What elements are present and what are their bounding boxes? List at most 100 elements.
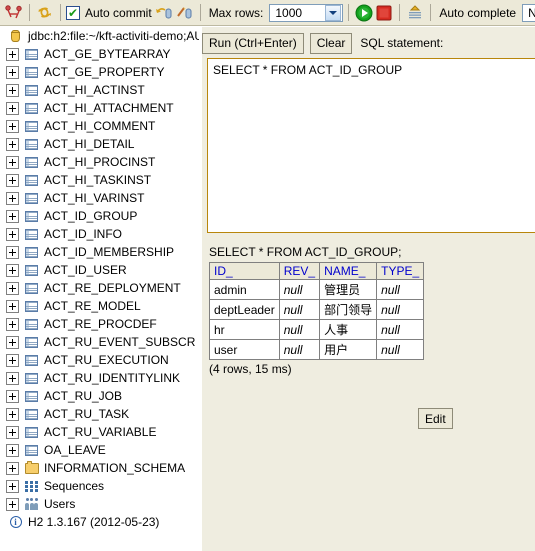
tree-item-table[interactable]: ACT_RE_MODEL xyxy=(0,297,199,315)
sql-editor[interactable] xyxy=(207,58,535,233)
expander-icon[interactable] xyxy=(6,227,19,241)
table-cell[interactable]: null xyxy=(376,319,425,340)
expander-icon[interactable] xyxy=(6,335,19,349)
run-button[interactable]: Run (Ctrl+Enter) xyxy=(202,32,304,54)
run-icon[interactable] xyxy=(354,3,374,23)
table-cell[interactable]: null xyxy=(376,299,425,320)
disconnect-icon[interactable] xyxy=(4,3,24,23)
tree-item-table[interactable]: ACT_RU_EVENT_SUBSCR xyxy=(0,333,199,351)
table-cell[interactable]: null xyxy=(278,319,321,340)
expander-icon[interactable] xyxy=(6,191,19,205)
object-tree-panel[interactable]: jdbc:h2:file:~/kft-activiti-demo;AU ACT_… xyxy=(0,27,199,551)
table-cell[interactable]: null xyxy=(278,339,321,360)
tree-item-table[interactable]: ACT_RE_PROCDEF xyxy=(0,315,199,333)
refresh-icon[interactable] xyxy=(35,3,55,23)
table-cell[interactable]: null xyxy=(278,279,321,300)
tree-item-table[interactable]: ACT_RE_DEPLOYMENT xyxy=(0,279,199,297)
expander-icon[interactable] xyxy=(6,461,19,475)
table-icon xyxy=(24,246,39,259)
column-header[interactable]: NAME_ xyxy=(319,262,378,280)
expander-icon[interactable] xyxy=(6,425,19,439)
expander-icon[interactable] xyxy=(6,209,19,223)
sql-workspace-panel: Run (Ctrl+Enter) Clear SQL statement: SE… xyxy=(202,27,535,551)
table-cell[interactable]: null xyxy=(278,299,321,320)
expander-icon[interactable] xyxy=(6,389,19,403)
tree-item-table[interactable]: ACT_ID_INFO xyxy=(0,225,199,243)
tree-item-table[interactable]: ACT_ID_GROUP xyxy=(0,207,199,225)
expander-icon[interactable] xyxy=(6,83,19,97)
expander-icon[interactable] xyxy=(6,281,19,295)
clear-button[interactable]: Clear xyxy=(309,32,353,54)
column-header[interactable]: ID_ xyxy=(209,262,280,280)
table-cell[interactable]: user xyxy=(209,339,280,360)
tree-item-table[interactable]: ACT_HI_ATTACHMENT xyxy=(0,99,199,117)
toolbar-separator-2 xyxy=(60,4,61,21)
table-cell[interactable]: hr xyxy=(209,319,280,340)
expander-icon[interactable] xyxy=(6,353,19,367)
expander-icon[interactable] xyxy=(6,119,19,133)
table-cell[interactable]: 用户 xyxy=(319,339,378,360)
expander-icon[interactable] xyxy=(6,299,19,313)
column-header[interactable]: REV_ xyxy=(278,262,321,280)
expander-icon[interactable] xyxy=(6,245,19,259)
expander-icon[interactable] xyxy=(6,155,19,169)
commit-icon[interactable] xyxy=(155,3,175,23)
max-rows-select[interactable]: 1000 xyxy=(269,3,344,22)
chevron-down-icon[interactable] xyxy=(325,4,342,21)
expander-icon[interactable] xyxy=(6,317,19,331)
tree-item-table[interactable]: ACT_RU_EXECUTION xyxy=(0,351,199,369)
tree-item-table[interactable]: ACT_RU_VARIABLE xyxy=(0,423,199,441)
table-cell[interactable]: null xyxy=(376,279,425,300)
clear-output-icon[interactable] xyxy=(405,3,425,23)
tree-item-table[interactable]: ACT_HI_COMMENT xyxy=(0,117,199,135)
table-row[interactable]: admin null 管理员 null xyxy=(209,279,425,300)
tree-item-table[interactable]: ACT_ID_MEMBERSHIP xyxy=(0,243,199,261)
expander-icon[interactable] xyxy=(6,137,19,151)
tree-item-table[interactable]: ACT_HI_TASKINST xyxy=(0,171,199,189)
table-name-label: ACT_RU_VARIABLE xyxy=(44,425,157,439)
tree-item-sequences[interactable]: Sequences xyxy=(0,477,199,495)
tree-item-table[interactable]: ACT_RU_TASK xyxy=(0,405,199,423)
table-name-label: ACT_RE_PROCDEF xyxy=(44,317,157,331)
table-cell[interactable]: 人事 xyxy=(319,319,378,340)
stop-icon[interactable] xyxy=(374,3,394,23)
tree-item-table[interactable]: ACT_ID_USER xyxy=(0,261,199,279)
table-name-label: ACT_ID_MEMBERSHIP xyxy=(44,245,175,259)
expander-icon[interactable] xyxy=(6,479,19,493)
expander-icon[interactable] xyxy=(6,101,19,115)
tree-item-table[interactable]: ACT_HI_ACTINST xyxy=(0,81,199,99)
tree-item-table[interactable]: ACT_HI_DETAIL xyxy=(0,135,199,153)
tree-item-information-schema[interactable]: INFORMATION_SCHEMA xyxy=(0,459,199,477)
table-cell[interactable]: deptLeader xyxy=(209,299,280,320)
expander-icon[interactable] xyxy=(6,407,19,421)
table-row[interactable]: user null 用户 null xyxy=(209,339,425,360)
table-cell[interactable]: admin xyxy=(209,279,280,300)
edit-button[interactable]: Edit xyxy=(418,408,453,429)
auto-commit-checkbox[interactable]: ✔ xyxy=(66,5,80,20)
column-header[interactable]: TYPE_ xyxy=(376,262,425,280)
tree-item-table[interactable]: ACT_RU_JOB xyxy=(0,387,199,405)
tree-item-table[interactable]: ACT_HI_VARINST xyxy=(0,189,199,207)
tree-item-table[interactable]: ACT_GE_PROPERTY xyxy=(0,63,199,81)
table-row[interactable]: hr null 人事 null xyxy=(209,319,425,340)
expander-icon[interactable] xyxy=(6,497,19,511)
rollback-icon[interactable] xyxy=(175,3,195,23)
expander-icon[interactable] xyxy=(6,65,19,79)
table-cell[interactable]: 管理员 xyxy=(319,279,378,300)
table-row[interactable]: deptLeader null 部门领导 null xyxy=(209,299,425,320)
expander-icon[interactable] xyxy=(6,263,19,277)
tree-item-table[interactable]: OA_LEAVE xyxy=(0,441,199,459)
expander-icon[interactable] xyxy=(6,173,19,187)
tree-root-connection[interactable]: jdbc:h2:file:~/kft-activiti-demo;AU xyxy=(0,27,199,45)
tree-item-table[interactable]: ACT_HI_PROCINST xyxy=(0,153,199,171)
tree-item-table[interactable]: ACT_RU_IDENTITYLINK xyxy=(0,369,199,387)
table-cell[interactable]: null xyxy=(376,339,425,360)
expander-icon[interactable] xyxy=(6,371,19,385)
table-cell[interactable]: 部门领导 xyxy=(319,299,378,320)
auto-complete-select[interactable]: No xyxy=(522,3,535,22)
results-table[interactable]: ID_ REV_ NAME_ TYPE_ admin null 管理员 null deptLe… xyxy=(209,262,425,360)
expander-icon[interactable] xyxy=(6,47,19,61)
tree-item-table[interactable]: ACT_GE_BYTEARRAY xyxy=(0,45,199,63)
tree-item-users[interactable]: Users xyxy=(0,495,199,513)
expander-icon[interactable] xyxy=(6,443,19,457)
